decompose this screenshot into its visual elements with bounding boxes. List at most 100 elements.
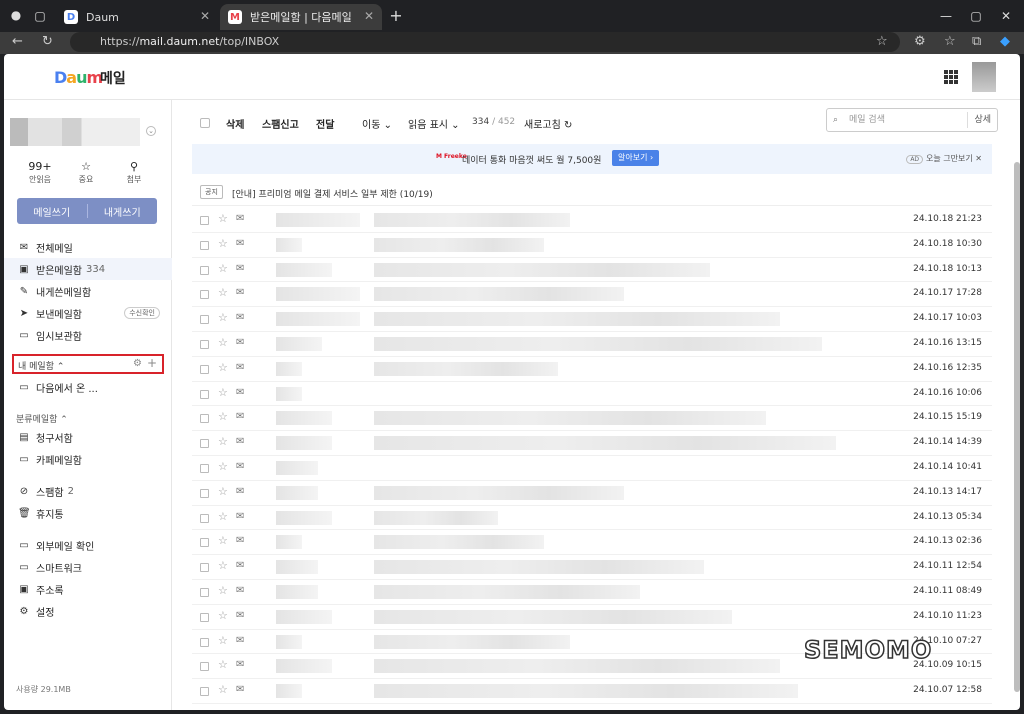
star-icon[interactable]: ☆ <box>218 534 228 547</box>
row-checkbox[interactable] <box>200 216 209 225</box>
table-row[interactable]: ☆ ✉ 24.10.11 12:54 <box>192 555 992 580</box>
add-folder-icon[interactable]: + <box>147 356 157 370</box>
address-book[interactable]: ▣ 주소록 <box>4 578 172 600</box>
star-icon[interactable]: ☆ <box>218 584 228 597</box>
row-checkbox[interactable] <box>200 389 209 399</box>
ad-dismiss[interactable]: AD 오늘 그만보기 ✕ <box>906 153 982 164</box>
tab-daum[interactable]: D Daum ✕ <box>56 4 218 30</box>
star-icon[interactable]: ☆ <box>218 435 228 448</box>
table-row[interactable]: ☆ ✉ 24.10.18 10:30 <box>192 233 992 258</box>
folder-trash[interactable]: 🗑 휴지통 <box>4 502 172 524</box>
star-icon[interactable]: ☆ <box>218 336 228 349</box>
extensions-icon[interactable]: ⚙ <box>914 34 926 49</box>
table-row[interactable]: ☆ ✉ 24.10.13 02:36 <box>192 530 992 556</box>
star-icon[interactable]: ☆ <box>218 609 228 622</box>
folder-inbox[interactable]: ▣ 받은메일함 334 <box>4 258 172 280</box>
row-checkbox[interactable] <box>200 414 209 424</box>
my-mailbox-header[interactable]: 내 메일함 ⌃ ⚙ + <box>12 354 164 374</box>
row-checkbox[interactable] <box>200 587 209 597</box>
favorites-icon[interactable]: ☆ <box>944 34 956 49</box>
reload-icon[interactable]: ↻ <box>42 34 53 49</box>
row-checkbox[interactable] <box>200 637 209 647</box>
table-row[interactable]: ☆ ✉ 24.10.13 14:17 <box>192 481 992 506</box>
table-row[interactable]: ☆ ✉ 24.10.11 08:49 <box>192 580 992 605</box>
collections-icon[interactable]: ⧉ <box>972 34 981 49</box>
smartwork[interactable]: ▭ 스마트워크 <box>4 556 172 578</box>
new-tab-icon[interactable]: + <box>386 6 406 26</box>
row-checkbox[interactable] <box>200 364 209 374</box>
select-all-checkbox[interactable] <box>200 118 210 128</box>
table-row[interactable]: ☆ ✉ 24.10.14 10:41 <box>192 456 992 481</box>
notice-row[interactable]: 공지 [안내] 프리미엄 메일 결제 서비스 일부 제한 (10/19) <box>192 182 992 206</box>
star-icon[interactable]: ☆ <box>218 559 228 572</box>
star-icon[interactable]: ☆ <box>218 460 228 473</box>
minimize-icon[interactable]: — <box>936 6 956 26</box>
copilot-icon[interactable]: ◆ <box>1000 34 1010 49</box>
table-row[interactable]: ☆ ✉ 24.10.17 17:28 <box>192 282 992 308</box>
avatar[interactable] <box>972 62 996 92</box>
apps-grid-icon[interactable] <box>944 70 958 84</box>
folder-sent[interactable]: ➤ 보낸메일함 수신확인 <box>4 302 172 324</box>
table-row[interactable]: ☆ ✉ 24.10.13 05:34 <box>192 506 992 531</box>
row-checkbox[interactable] <box>200 612 209 622</box>
star-icon[interactable]: ☆ <box>218 262 228 275</box>
star-icon[interactable]: ☆ <box>218 410 228 423</box>
read-mark-dropdown[interactable]: 읽음 표시 ⌄ <box>408 116 460 131</box>
table-row[interactable]: ☆ ✉ 24.10.16 12:35 <box>192 357 992 382</box>
table-row[interactable]: ☆ ✉ 24.10.16 10:06 <box>192 382 992 407</box>
star-icon[interactable]: ☆ <box>218 311 228 324</box>
tab-actions-icon[interactable]: ▢ <box>30 6 50 26</box>
star-icon[interactable]: ☆ <box>218 237 228 250</box>
scrollbar[interactable] <box>1014 154 1020 704</box>
row-checkbox[interactable] <box>200 687 209 697</box>
star-icon[interactable]: ☆ <box>218 212 228 225</box>
maximize-icon[interactable]: ▢ <box>966 6 986 26</box>
back-icon[interactable]: ← <box>12 34 23 49</box>
row-checkbox[interactable] <box>200 339 209 349</box>
close-tab-icon[interactable]: ✕ <box>200 9 210 23</box>
row-checkbox[interactable] <box>200 265 209 275</box>
chevron-down-icon[interactable]: ⌄ <box>146 126 156 136</box>
row-checkbox[interactable] <box>200 240 209 250</box>
category-header[interactable]: 분류메일함 ⌃ <box>16 412 68 425</box>
compose-button[interactable]: 메일쓰기 <box>17 198 87 224</box>
folder-from-daum[interactable]: ▭ 다음에서 온 ... <box>4 376 172 398</box>
star-icon[interactable]: ☆ <box>218 510 228 523</box>
spam-report-button[interactable]: 스팸신고 <box>262 116 299 131</box>
table-row[interactable]: ☆ ✉ 24.10.14 14:39 <box>192 431 992 456</box>
row-checkbox[interactable] <box>200 488 209 498</box>
row-checkbox[interactable] <box>200 662 209 672</box>
row-checkbox[interactable] <box>200 290 209 300</box>
detail-search-button[interactable]: 상세 <box>967 112 997 128</box>
bookmark-star-icon[interactable]: ☆ <box>876 34 888 49</box>
settings[interactable]: ⚙ 설정 <box>4 600 172 622</box>
star-icon[interactable]: ☆ <box>218 634 228 647</box>
table-row[interactable]: ☆ ✉ 24.10.16 13:15 <box>192 332 992 357</box>
row-checkbox[interactable] <box>200 463 209 473</box>
stat-important[interactable]: ☆ 중요 <box>66 160 106 185</box>
table-row[interactable]: ☆ ✉ 24.10.18 21:23 <box>192 208 992 233</box>
read-receipt-badge[interactable]: 수신확인 <box>124 307 160 319</box>
refresh-button[interactable]: 새로고침 ↻ <box>524 116 572 131</box>
external-mail[interactable]: ▭ 외부메일 확인 <box>4 534 172 556</box>
folder-spam[interactable]: ⊘ 스팸함 2 <box>4 480 172 502</box>
row-checkbox[interactable] <box>200 439 209 449</box>
star-icon[interactable]: ☆ <box>218 286 228 299</box>
folder-cafe[interactable]: ▭ 카페메일함 <box>4 448 172 470</box>
row-checkbox[interactable] <box>200 513 209 523</box>
move-dropdown[interactable]: 이동 ⌄ <box>362 116 392 131</box>
url-field[interactable]: https://mail.daum.net/top/INBOX <box>70 32 900 52</box>
folder-drafts[interactable]: ▭ 임시보관함 <box>4 324 172 346</box>
stat-attachment[interactable]: ⚲ 첨부 <box>114 160 154 185</box>
daum-logo[interactable]: Daum <box>54 68 103 87</box>
tab-inbox[interactable]: M 받은메일함 | 다음메일 ✕ <box>220 4 382 30</box>
compose-self-button[interactable]: 내게쓰기 <box>88 198 158 224</box>
close-window-icon[interactable]: ✕ <box>996 6 1016 26</box>
table-row[interactable]: ☆ ✉ 24.10.07 12:58 <box>192 679 992 704</box>
folder-all[interactable]: ✉ 전체메일 <box>4 236 172 258</box>
ad-learn-more-button[interactable]: 알아보기 › <box>612 150 660 166</box>
table-row[interactable]: ☆ ✉ 24.10.17 10:03 <box>192 307 992 332</box>
search-input[interactable]: ⌕ 메일 검색 상세 <box>826 108 998 132</box>
table-row[interactable]: ☆ ✉ 24.10.18 10:13 <box>192 258 992 283</box>
row-checkbox[interactable] <box>200 563 209 573</box>
